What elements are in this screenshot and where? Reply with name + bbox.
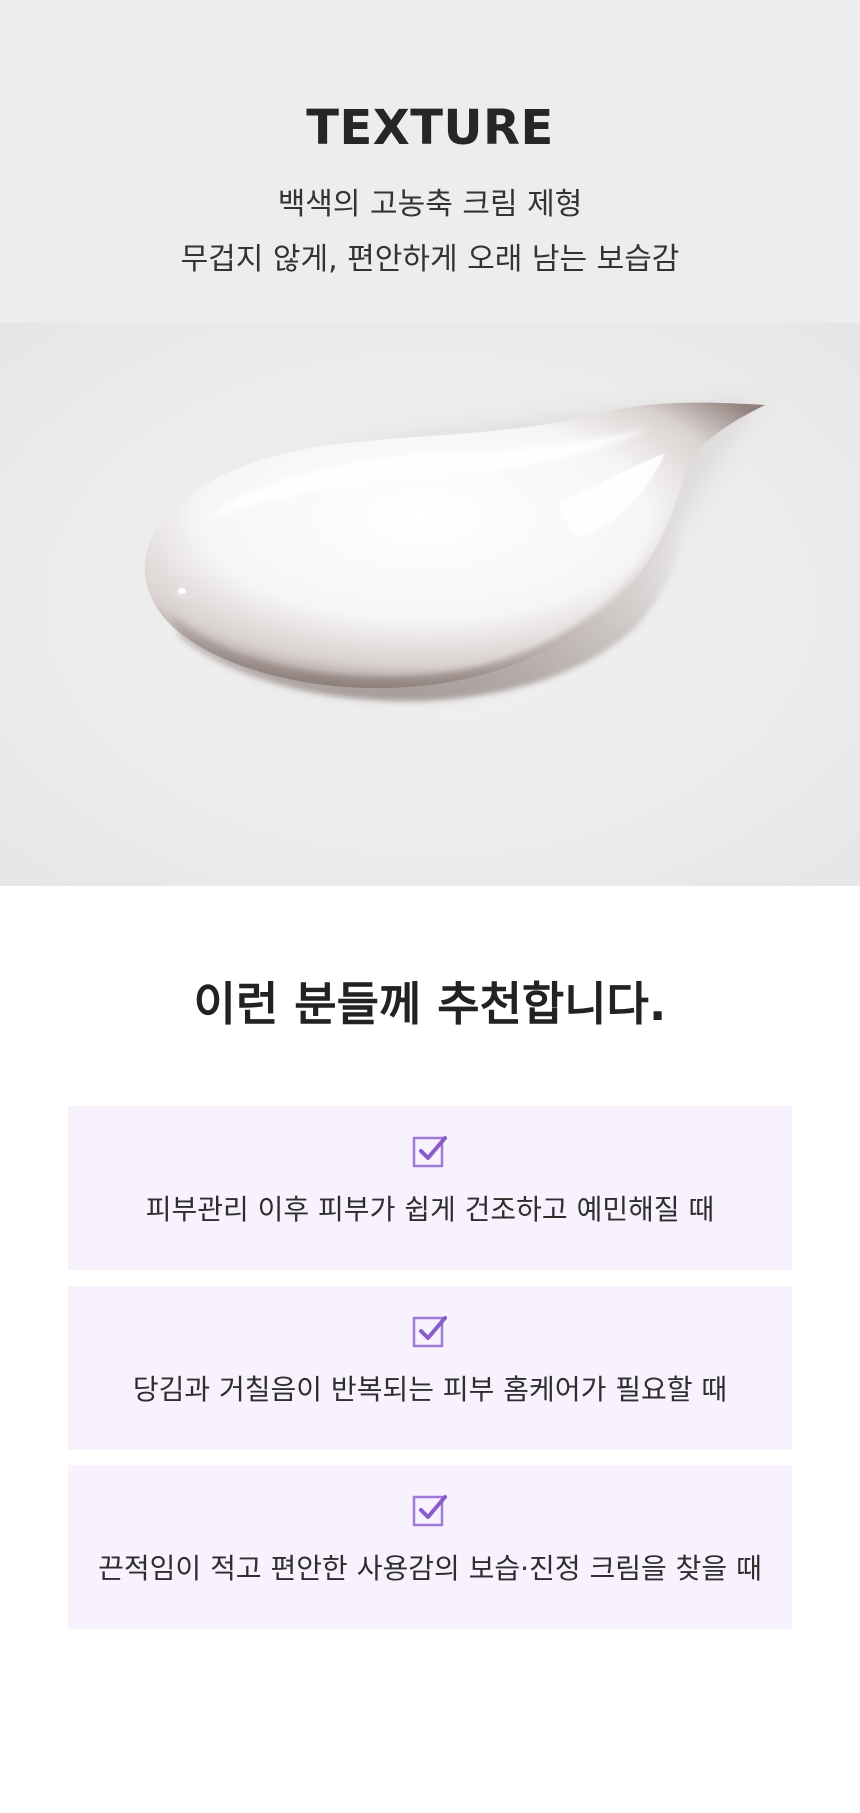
cream-texture-image	[0, 323, 860, 886]
checkbox-checked-icon	[412, 1495, 447, 1527]
recommendation-text: 당김과 거칠음이 반복되는 피부 홈케어가 필요할 때	[132, 1373, 728, 1406]
texture-description-line-1: 백색의 고농축 크림 제형	[277, 187, 583, 222]
texture-section-header: TEXTURE 백색의 고농축 크림 제형 무겁지 않게, 편안하게 오래 남는…	[0, 0, 860, 323]
recommendation-card: 피부관리 이후 피부가 쉽게 건조하고 예민해질 때	[68, 1106, 792, 1270]
recommendation-text: 끈적임이 적고 편안한 사용감의 보습·진정 크림을 찾을 때	[98, 1552, 762, 1585]
texture-title: TEXTURE	[306, 100, 554, 156]
checkbox-checked-icon	[412, 1316, 447, 1348]
texture-description-line-2: 무겁지 않게, 편안하게 오래 남는 보습감	[180, 242, 680, 277]
cream-swatch-illustration	[144, 402, 765, 702]
recommendation-section: 이런 분들께 추천합니다. 피부관리 이후 피부가 쉽게 건조하고 예민해질 때…	[0, 886, 860, 1813]
recommendation-title: 이런 분들께 추천합니다.	[193, 977, 667, 1031]
recommendation-card: 끈적임이 적고 편안한 사용감의 보습·진정 크림을 찾을 때	[68, 1465, 792, 1629]
recommendation-text: 피부관리 이후 피부가 쉽게 건조하고 예민해질 때	[145, 1193, 715, 1226]
recommendation-card: 당김과 거칠음이 반복되는 피부 홈케어가 필요할 때	[68, 1286, 792, 1450]
checkbox-checked-icon	[412, 1136, 447, 1168]
